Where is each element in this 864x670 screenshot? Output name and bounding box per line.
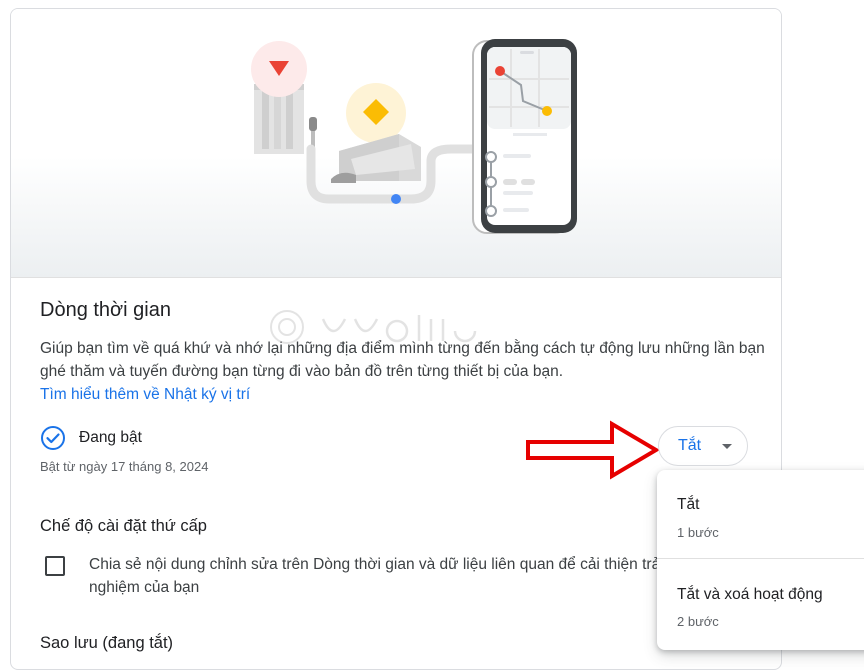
menu-item-title: Tắt và xoá hoạt động (677, 586, 823, 603)
menu-item-subtitle: 1 bước (677, 525, 719, 540)
backup-title: Sao lưu (đang tắt) (40, 634, 174, 652)
status-since: Bật từ ngày 17 tháng 8, 2024 (40, 459, 209, 474)
menu-item-title: Tắt (677, 496, 700, 513)
learn-more-link[interactable]: Tìm hiểu thêm về Nhật ký vị trí (40, 386, 250, 404)
timeline-title: Dòng thời gian (40, 299, 171, 321)
turn-off-label: Tắt (678, 437, 702, 454)
watermark-logo (270, 310, 477, 344)
caret-down-icon (722, 444, 732, 449)
check-circle-icon (41, 426, 65, 450)
menu-item-subtitle: 2 bước (677, 614, 719, 629)
share-edits-checkbox[interactable] (45, 556, 65, 576)
timeline-illustration (11, 9, 781, 278)
secondary-settings-title: Chế độ cài đặt thứ cấp (40, 517, 207, 535)
menu-item-turn-off[interactable]: Tắt 1 bước (657, 470, 864, 558)
share-edits-label: Chia sẻ nội dung chỉnh sửa trên Dòng thờ… (89, 556, 664, 596)
menu-item-turn-off-and-delete[interactable]: Tắt và xoá hoạt động 2 bước (657, 559, 864, 647)
status-label: Đang bật (79, 429, 142, 446)
annotation-arrow-icon (526, 420, 660, 480)
turn-off-dropdown-menu: Tắt 1 bước Tắt và xoá hoạt động 2 bước (657, 470, 864, 650)
turn-off-dropdown-button[interactable]: Tắt (658, 426, 748, 466)
